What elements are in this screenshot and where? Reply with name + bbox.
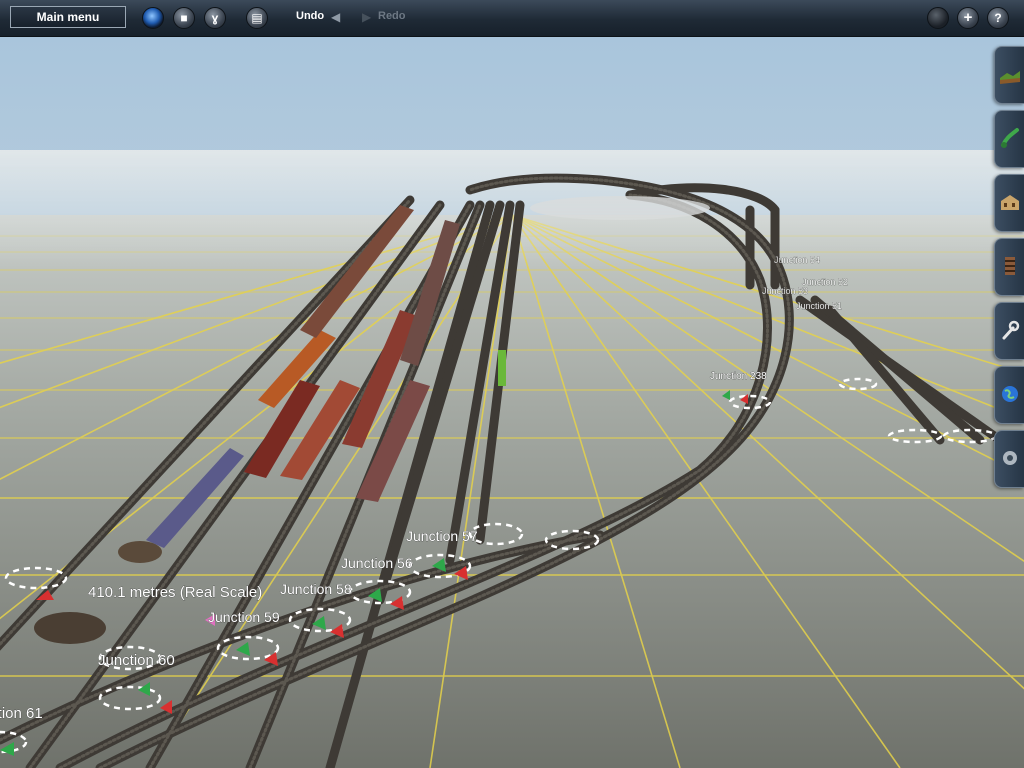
zoom-in-icon[interactable]: + xyxy=(957,7,979,29)
globe-icon xyxy=(1002,386,1018,402)
measure-readout: 410.1 metres (Real Scale) xyxy=(88,584,262,601)
junction-label[interactable]: Junction 60 xyxy=(98,652,175,670)
building-icon xyxy=(1001,195,1019,210)
redo-button: Redo xyxy=(378,10,406,22)
main-menu-button[interactable]: Main menu xyxy=(10,6,126,28)
junction-label[interactable]: Junction 61 xyxy=(0,705,43,723)
undo-button[interactable]: Undo xyxy=(296,10,324,22)
paint-icon xyxy=(1001,128,1019,148)
undo-arrow-icon[interactable]: ◀ xyxy=(331,10,340,24)
trash-icon[interactable]: ▤ xyxy=(246,7,268,29)
junction-label[interactable]: Junction 57 xyxy=(406,528,478,545)
junction-label[interactable]: Junction 51 xyxy=(796,301,843,312)
buildings-tool-tab[interactable] xyxy=(994,174,1024,232)
world-tool-tab[interactable] xyxy=(994,366,1024,424)
junction-label[interactable]: Junction 53 xyxy=(762,286,809,297)
wrench-icon xyxy=(1002,320,1020,340)
track-icon xyxy=(1005,257,1015,275)
junction-label[interactable]: Junction 58 xyxy=(280,581,352,598)
help-icon[interactable]: ? xyxy=(987,7,1009,29)
turntable xyxy=(530,196,710,220)
camera-icon[interactable] xyxy=(927,7,949,29)
settings-tool-tab[interactable] xyxy=(994,430,1024,488)
tools-tool-tab[interactable] xyxy=(994,302,1024,360)
gear-icon xyxy=(1003,451,1017,465)
stop-icon[interactable]: ■ xyxy=(173,7,195,29)
terrain-icon xyxy=(1000,71,1020,84)
paint-tool-tab[interactable] xyxy=(994,110,1024,168)
surveyor-viewport[interactable]: Junction 57 Junction 56 Junction 58 Junc… xyxy=(0,37,1024,768)
junction-label[interactable]: Junction 238 xyxy=(710,371,768,383)
terrain-tool-tab[interactable] xyxy=(994,46,1024,104)
junction-label[interactable]: Junction 54 xyxy=(774,255,821,266)
junction-label[interactable]: Junction 59 xyxy=(208,609,280,626)
junction-label[interactable]: Junction 56 xyxy=(341,555,413,572)
track-tool-tab[interactable] xyxy=(994,238,1024,296)
top-toolbar: Main menu ■ ɣ ▤ Undo ◀ ▶ Redo + ? xyxy=(0,0,1024,37)
redo-arrow-icon: ▶ xyxy=(362,10,372,24)
junction-label[interactable]: Junction 52 xyxy=(802,277,849,288)
tools-icon[interactable]: ɣ xyxy=(204,7,226,29)
view-mode-icon[interactable] xyxy=(142,7,164,29)
